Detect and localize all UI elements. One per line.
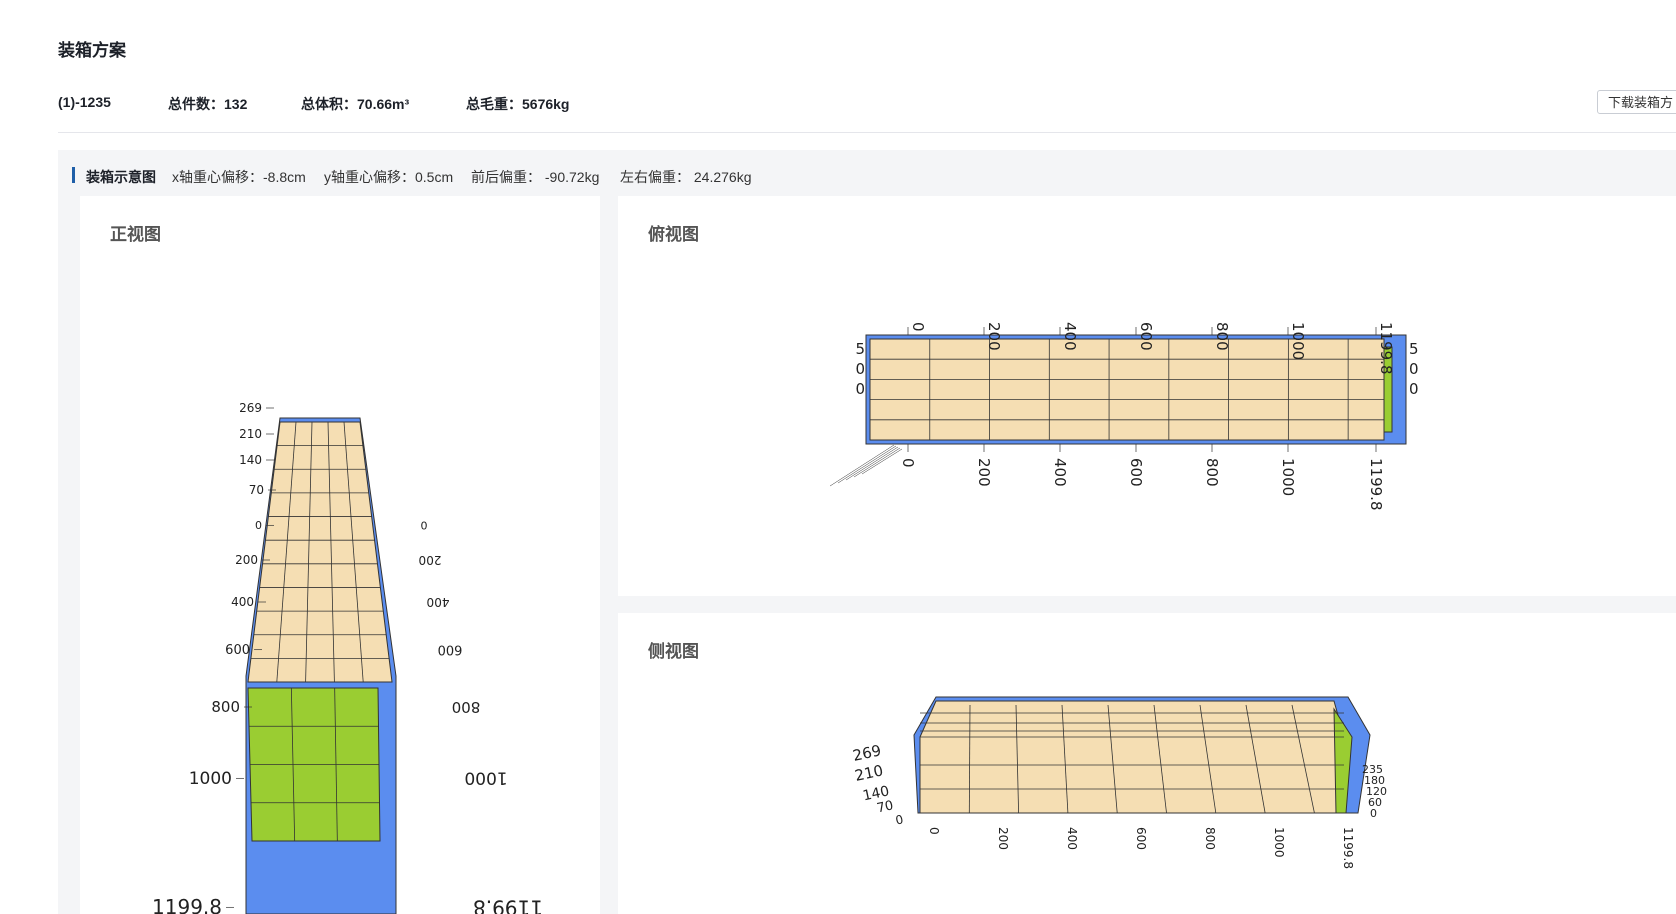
- top-side-tick-left: 0: [855, 380, 865, 398]
- page-title: 装箱方案: [58, 41, 126, 60]
- front-tick-left: 140: [239, 453, 262, 467]
- top-tick-lower: 1000: [1279, 458, 1297, 496]
- side-tick-left: 70: [876, 798, 895, 816]
- axis-ghost-line: [853, 447, 901, 478]
- front-tick-left: 0: [255, 519, 262, 532]
- front-tick-left: 200: [235, 553, 258, 567]
- front-tick-right: 200: [419, 553, 442, 567]
- top-side-tick-right: 0: [1409, 380, 1419, 398]
- side-tick-bottom: 600: [1134, 827, 1148, 850]
- x-center-offset: x轴重心偏移：-8.8cm: [172, 169, 306, 185]
- download-plan-button[interactable]: 下载装箱方: [1597, 90, 1676, 114]
- top-side-tick-left: 5: [855, 340, 865, 358]
- section-accent-bar: [72, 167, 75, 183]
- section-title: 装箱示意图: [86, 169, 156, 185]
- top-tick-upper: 800: [1213, 322, 1231, 351]
- front-tick-right: 600: [438, 641, 463, 656]
- top-tick-upper: 1000: [1289, 322, 1307, 360]
- side-tick-left: 210: [853, 761, 885, 785]
- top-tick-upper: 400: [1061, 322, 1079, 351]
- side-tick-bottom: 0: [927, 827, 941, 835]
- divider: [58, 132, 1676, 133]
- front-tick-left: 400: [231, 595, 254, 609]
- top-tick-upper: 200: [985, 322, 1003, 351]
- top-tick-upper: 1199.8: [1377, 322, 1395, 375]
- side-view-card: 侧视图 269 210 140 70 0 0 200 400 600 800 1000 1199.8 2…: [618, 613, 1676, 914]
- front-tick-left: 800: [211, 698, 240, 716]
- front-back-weight: 前后偏重： -90.72kg: [471, 169, 600, 185]
- left-right-weight: 左右偏重： 24.276kg: [620, 169, 752, 185]
- top-view-card: 俯视图 0 0 200 200 400 400 600 600 800 800 1000 1000 11…: [618, 196, 1676, 596]
- side-tick-bottom: 400: [1065, 827, 1079, 850]
- top-tick-lower: 200: [975, 458, 993, 487]
- y-center-offset: y轴重心偏移：0.5cm: [324, 169, 454, 185]
- side-view-diagram: 2692101407000 200 400 600 800 1000 1199.823518…: [851, 696, 1387, 869]
- front-tick-right: 0: [421, 519, 428, 532]
- front-tick-left: 210: [239, 427, 262, 441]
- cargo-block-tan: [919, 700, 1345, 814]
- top-side-tick-left: 0: [855, 360, 865, 378]
- axis-ghost-line: [829, 444, 895, 487]
- top-tick-upper: 0: [909, 322, 927, 332]
- top-tick-upper: 600: [1137, 322, 1155, 351]
- side-tick-right: 0: [1370, 807, 1377, 820]
- front-view-diagram: 269 210 140 70 0 200 400 600 800 1000 1199.8 0 200 40…: [152, 401, 543, 914]
- top-tick-lower: 0: [899, 458, 917, 468]
- top-side-tick-right: 0: [1409, 360, 1419, 378]
- total-weight: 总毛重：5676kg: [466, 96, 570, 112]
- side-tick-bottom: 1199.8: [1341, 827, 1355, 869]
- front-tick-left: 70: [249, 483, 264, 497]
- cargo-block-tan: [247, 421, 393, 683]
- axis-ghost-line: [837, 445, 897, 484]
- top-side-tick-right: 5: [1409, 340, 1419, 358]
- total-volume: 总体积：70.66m³: [301, 96, 410, 112]
- side-tick-bottom: 1000: [1272, 827, 1286, 858]
- front-tick-right: 1000: [464, 768, 507, 788]
- front-tick-right: 800: [452, 698, 481, 716]
- top-tick-lower: 800: [1203, 458, 1221, 487]
- container-id: (1)-1235: [58, 94, 111, 110]
- side-tick-bottom: 800: [1203, 827, 1217, 850]
- side-tick-bottom: 200: [996, 827, 1010, 850]
- front-tick-left: 1199.8: [152, 895, 222, 914]
- top-tick-lower: 1199.8: [1367, 458, 1385, 511]
- front-view-card: 正视图 269 210 140 70 0 200 400 600 800 1000 1199.8 0 2…: [80, 196, 600, 914]
- top-view-diagram: 0 0 200 200 400 400 600 600 800 800 1000 1000 1199.8…: [829, 322, 1419, 511]
- front-tick-right: 1199.8: [473, 896, 543, 914]
- top-tick-lower: 600: [1127, 458, 1145, 487]
- front-tick-left: 1000: [189, 769, 232, 789]
- axis-ghost-line: [845, 446, 899, 481]
- front-tick-right: 400: [427, 595, 450, 609]
- side-tick-left: 0: [894, 812, 904, 827]
- top-tick-lower: 400: [1051, 458, 1069, 487]
- front-tick-left: 269: [239, 401, 262, 415]
- total-pieces: 总件数：132: [168, 96, 248, 112]
- front-tick-left: 600: [225, 643, 250, 658]
